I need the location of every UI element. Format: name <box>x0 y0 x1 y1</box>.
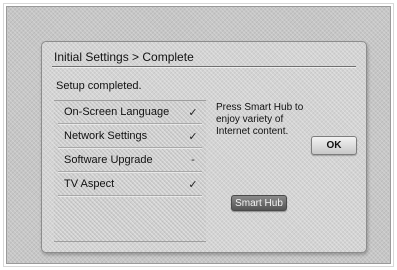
list-item-tv-aspect: TV Aspect ✓ <box>54 173 206 195</box>
list-item-on-screen-language: On-Screen Language ✓ <box>54 101 206 123</box>
checkmark-icon: ✓ <box>188 106 198 119</box>
checkmark-icon: ✓ <box>188 130 198 143</box>
title-divider <box>52 66 356 67</box>
list-item-label: TV Aspect <box>64 178 115 190</box>
list-item-software-upgrade: Software Upgrade - <box>54 149 206 171</box>
list-item-label: Software Upgrade <box>64 154 153 166</box>
initial-settings-dialog: Initial Settings > Complete Setup comple… <box>41 41 367 253</box>
smart-hub-info-text: Press Smart Hub to enjoy variety of Inte… <box>216 102 304 137</box>
smart-hub-button[interactable]: Smart Hub <box>231 195 287 211</box>
row-divider <box>58 147 202 148</box>
row-divider <box>58 123 202 124</box>
list-item-network-settings: Network Settings ✓ <box>54 125 206 147</box>
settings-summary-list: On-Screen Language ✓ Network Settings ✓ … <box>54 100 206 242</box>
dialog-title: Initial Settings > Complete <box>54 50 194 64</box>
list-item-label: Network Settings <box>64 130 148 142</box>
checkmark-icon: ✓ <box>188 178 198 191</box>
dash-icon: - <box>191 154 195 166</box>
row-divider <box>58 195 202 196</box>
status-text: Setup completed. <box>56 80 142 92</box>
row-divider <box>58 171 202 172</box>
tv-screen: Initial Settings > Complete Setup comple… <box>3 3 394 267</box>
ok-button[interactable]: OK <box>311 136 357 155</box>
list-item-label: On-Screen Language <box>64 106 170 118</box>
